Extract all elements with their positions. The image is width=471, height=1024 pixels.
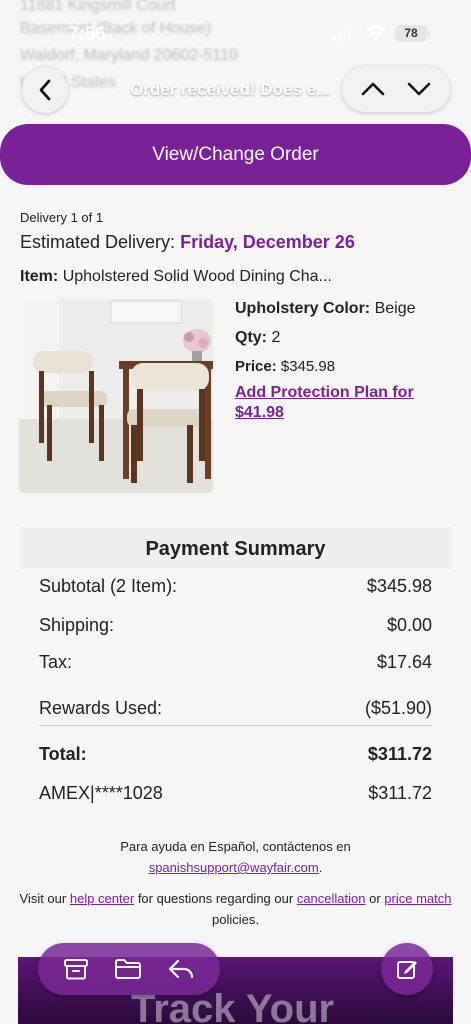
spanish-support-email-link[interactable]: spanishsupport@wayfair.com [149,860,319,875]
card-row: AMEX|****1028 $311.72 [39,783,432,804]
estimated-delivery: Estimated Delivery: Friday, December 26 [20,232,355,253]
dining-chairs-illustration [19,299,213,493]
help-center-link[interactable]: help center [70,891,134,906]
estimated-delivery-date: Friday, December 26 [180,232,355,252]
visit-prefix: Visit our [19,891,67,906]
shipping-row: Shipping: $0.00 [39,615,432,636]
back-button[interactable] [22,67,68,113]
upholstery-color: Upholstery Color: Beige [235,300,455,318]
row-label: Shipping: [39,615,115,635]
item-line: Item: Upholstered Solid Wood Dining Cha.… [20,268,332,286]
or-text: or [369,891,381,906]
reply-icon[interactable] [167,958,195,980]
tax-row: Tax: $17.64 [39,652,432,673]
estimated-delivery-label: Estimated Delivery: [20,232,176,252]
row-label: Subtotal (2 Item): [39,576,178,596]
color-label: Upholstery Color: [235,300,371,317]
qty-value: 2 [271,329,281,346]
quantity: Qty: 2 [235,329,455,347]
price-match-link[interactable]: price match [384,891,451,906]
price: Price: $345.98 [235,358,455,375]
row-value: ($51.90) [364,698,432,718]
product-image[interactable] [19,299,213,493]
spanish-help-email-line: spanishsupport@wayfair.com. [0,857,471,878]
subtotal-row: Subtotal (2 Item): $345.98 [39,576,432,597]
spanish-help-text: Para ayuda en Español, contáctenos en [120,839,351,854]
compose-icon [397,961,417,979]
payment-summary: Payment Summary Subtotal (2 Item): $345.… [19,527,452,827]
row-label: Rewards Used: [39,698,163,718]
product-details: Upholstery Color: Beige Qty: 2 Price: $3… [235,300,455,423]
mail-toolbar [38,943,220,995]
email-subject-title: Order received! Does e... [130,80,331,99]
compose-button[interactable] [381,943,433,995]
chevron-up-icon[interactable] [361,82,385,96]
card-value: $311.72 [368,783,432,803]
qty-label: Qty: [235,329,267,346]
message-navigation [342,66,450,112]
archive-icon[interactable] [63,957,89,981]
battery-tip [428,31,430,37]
signal-icon [333,28,351,42]
summary-divider [39,725,432,726]
view-change-order-button[interactable]: View/Change Order [0,124,471,185]
chevron-down-icon[interactable] [407,82,431,96]
spanish-help: Para ayuda en Español, contáctenos en sp… [0,836,471,878]
status-bar: 7:56 78 [0,0,471,64]
add-protection-plan-link[interactable]: Add Protection Plan for $41.98 [235,383,455,423]
item-name[interactable]: Upholstered Solid Wood Dining Cha... [63,268,332,285]
status-time: 7:56 [68,24,107,45]
card-label: AMEX|****1028 [39,783,163,803]
wifi-icon [366,25,386,41]
spanish-help-suffix: . [318,860,323,875]
total-value: $311.72 [367,744,432,764]
delivery-count: Delivery 1 of 1 [20,210,104,225]
row-value: $0.00 [386,615,432,635]
row-value: $345.98 [366,576,432,596]
for-questions-text: for questions regarding our [137,891,294,906]
rewards-row: Rewards Used: ($51.90) [39,698,432,719]
color-value: Beige [374,300,416,317]
row-label: Tax: [39,652,73,672]
policies-text: policies. [212,912,259,927]
cancellation-link[interactable]: cancellation [297,891,366,906]
total-label: Total: [39,744,87,764]
price-value: $345.98 [280,358,336,375]
item-label: Item: [20,268,59,285]
payment-summary-title: Payment Summary [19,527,452,569]
folder-icon[interactable] [114,958,142,980]
help-policies: Visit our help center for questions rega… [10,888,461,930]
chevron-left-icon [39,79,51,101]
row-value: $17.64 [376,652,432,672]
price-label: Price: [235,358,277,375]
battery-icon: 78 [395,25,427,42]
total-row: Total: $311.72 [39,744,432,765]
